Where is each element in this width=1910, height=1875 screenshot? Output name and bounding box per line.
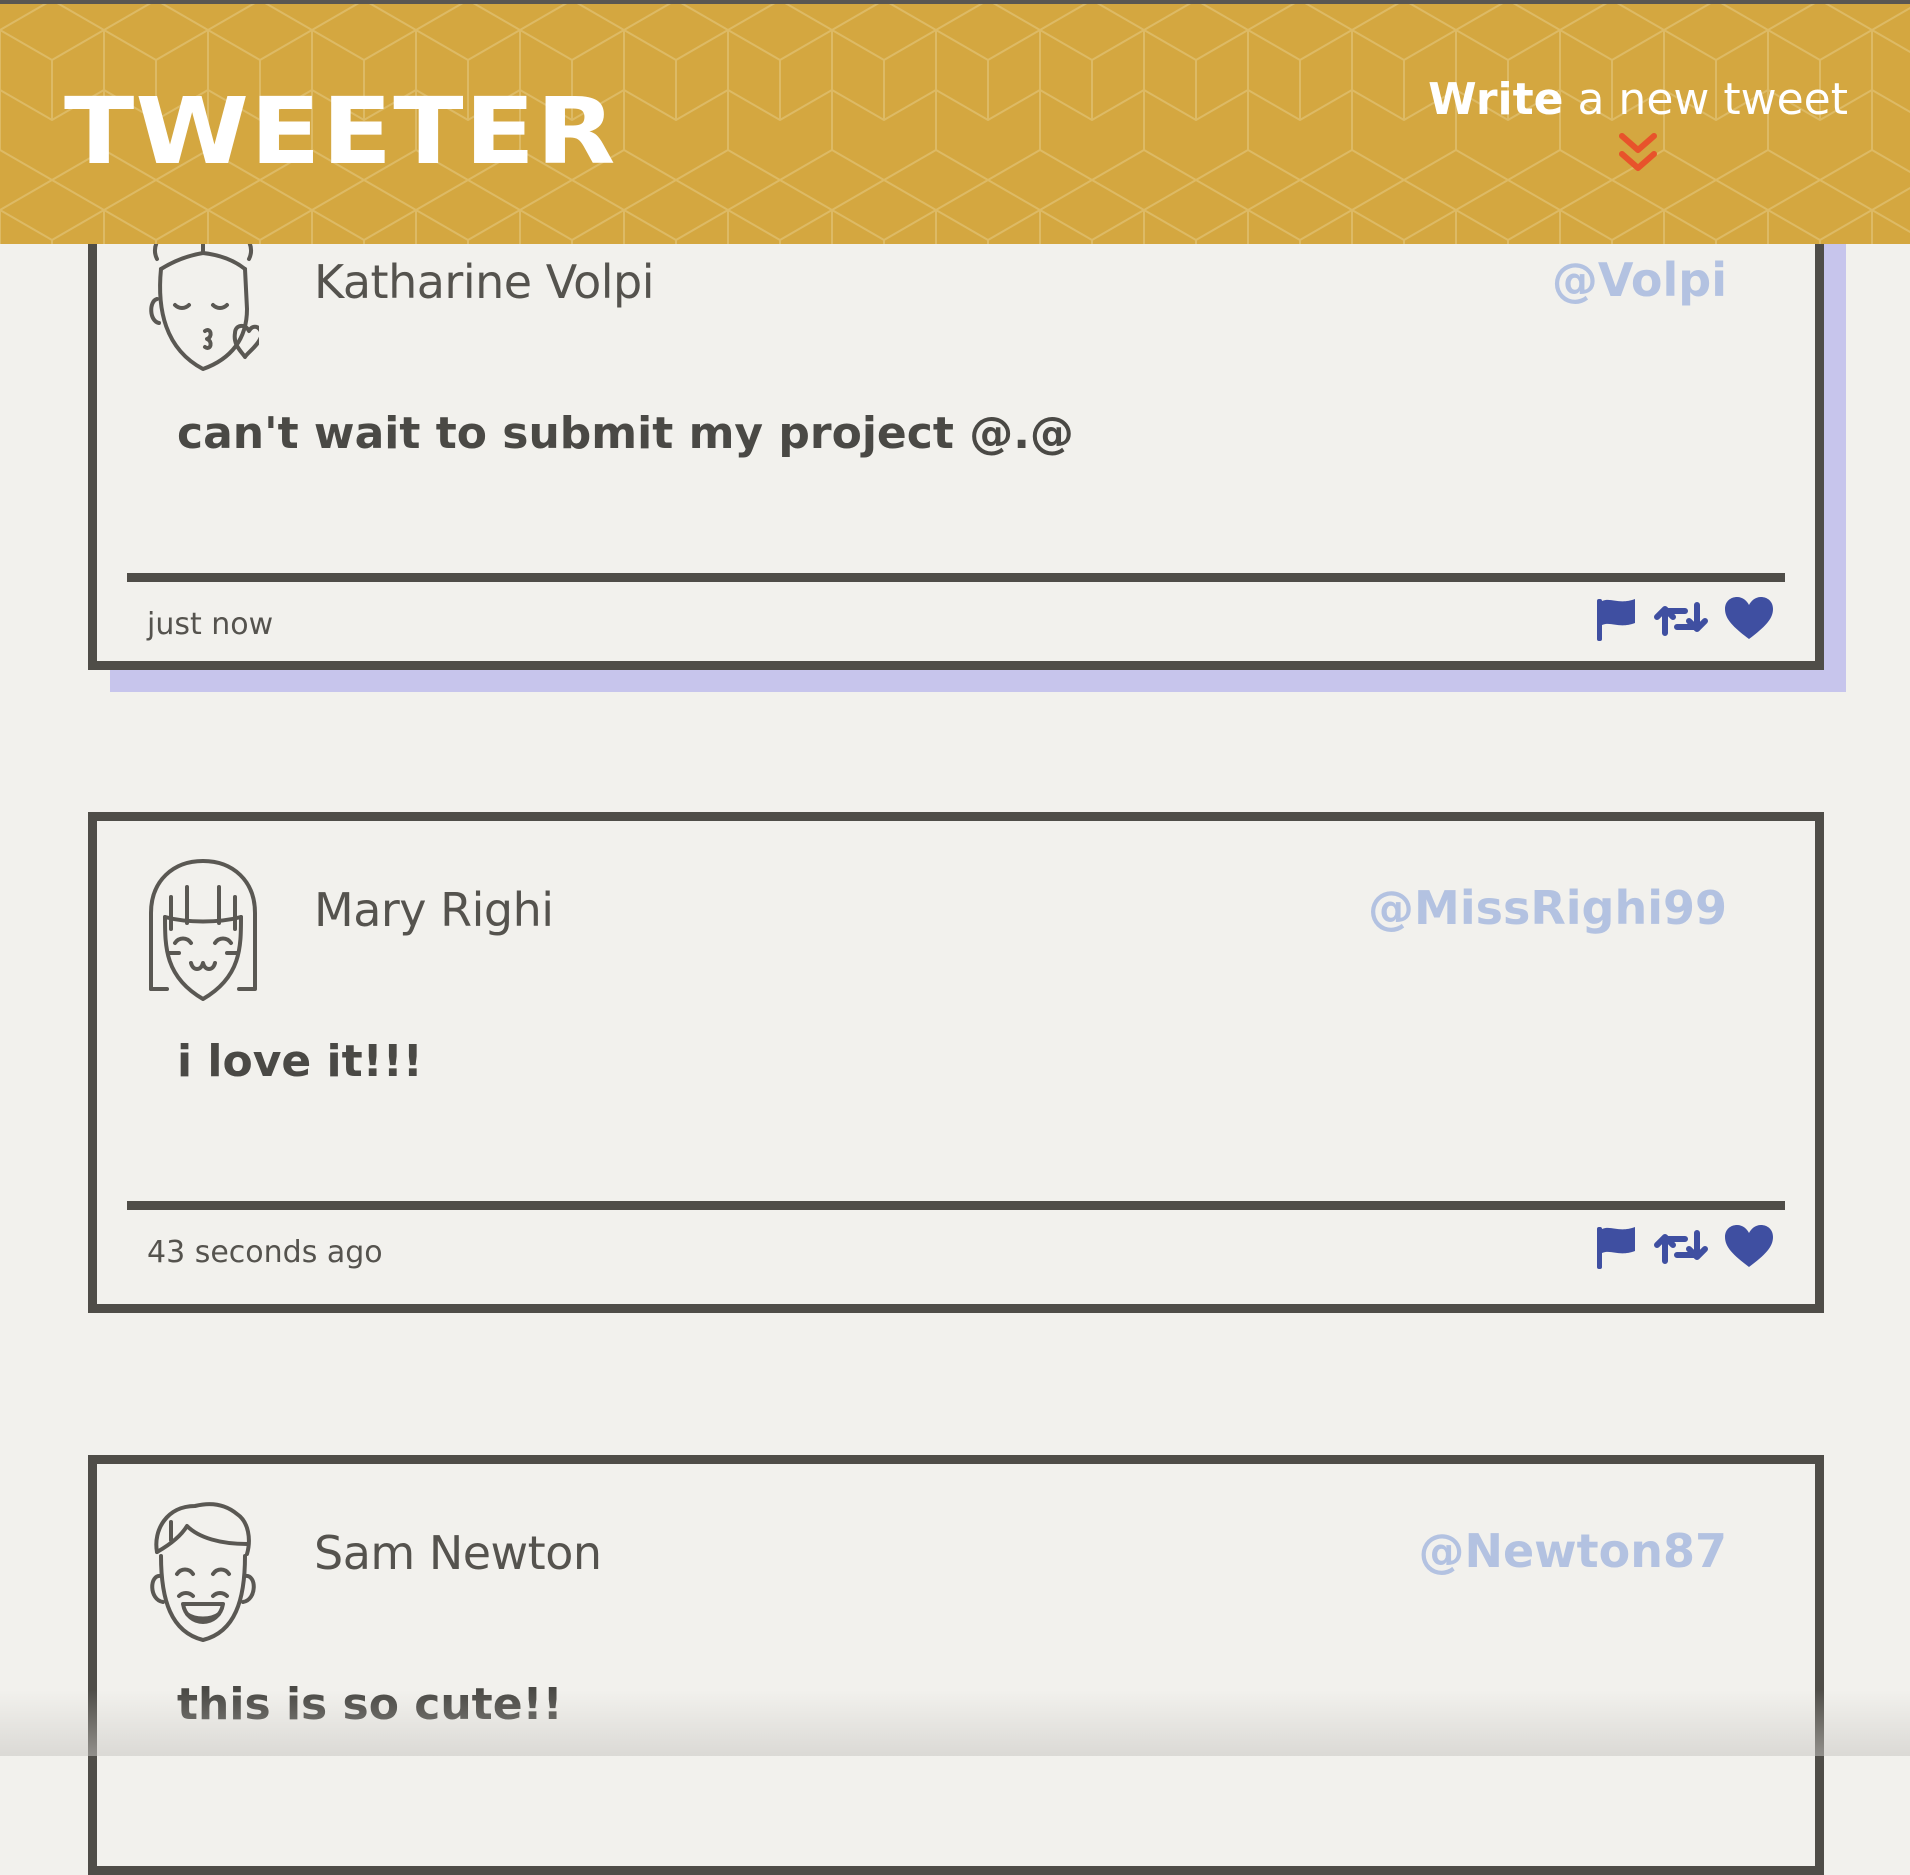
write-new-tweet-button[interactable]: Write a new tweet <box>1428 74 1848 176</box>
heart-icon[interactable] <box>1723 1223 1775 1275</box>
tweet-text: i love it!!! <box>177 1036 423 1087</box>
tweet-author-name: Katharine Volpi <box>314 255 655 309</box>
tweet-card[interactable]: Katharine Volpi @Volpi can't wait to sub… <box>88 184 1824 670</box>
top-navbar: TWEETER Write a new tweet <box>0 0 1910 244</box>
tweet-author-handle[interactable]: @Newton87 <box>1418 1524 1727 1578</box>
double-chevron-down-icon <box>1619 133 1658 172</box>
tweet-author-handle[interactable]: @Volpi <box>1552 253 1727 307</box>
tweet-text: this is so cute!! <box>177 1679 563 1730</box>
retweet-icon[interactable] <box>1653 595 1709 647</box>
tweet-divider <box>127 573 1785 582</box>
tweet-author-name: Sam Newton <box>314 1526 602 1580</box>
laughing-boy-avatar <box>147 1500 259 1648</box>
retweet-icon[interactable] <box>1653 1223 1709 1275</box>
heart-icon[interactable] <box>1723 595 1775 647</box>
compose-label-rest: a new tweet <box>1563 74 1848 125</box>
compose-label-strong: Write <box>1428 74 1564 125</box>
tweet-author-name: Mary Righi <box>314 883 554 937</box>
tweet-timestamp: just now <box>147 607 274 642</box>
flag-icon[interactable] <box>1593 595 1639 647</box>
kissing-face-avatar <box>147 229 264 377</box>
tweet-text: can't wait to submit my project @.@ <box>177 408 1074 459</box>
flag-icon[interactable] <box>1593 1223 1639 1275</box>
tweet-timestamp: 43 seconds ago <box>147 1235 383 1270</box>
bangs-girl-avatar <box>147 857 259 1005</box>
tweet-actions <box>1593 595 1775 647</box>
tweet-card[interactable]: Sam Newton @Newton87 this is so cute!! <box>88 1455 1824 1875</box>
tweet-actions <box>1593 1223 1775 1275</box>
tweet-divider <box>127 1201 1785 1210</box>
tweet-author-handle[interactable]: @MissRighi99 <box>1368 881 1727 935</box>
app-logo[interactable]: TWEETER <box>64 86 617 178</box>
tweet-card[interactable]: Mary Righi @MissRighi99 i love it!!! 43 … <box>88 812 1824 1313</box>
window-top-edge <box>0 0 1910 4</box>
